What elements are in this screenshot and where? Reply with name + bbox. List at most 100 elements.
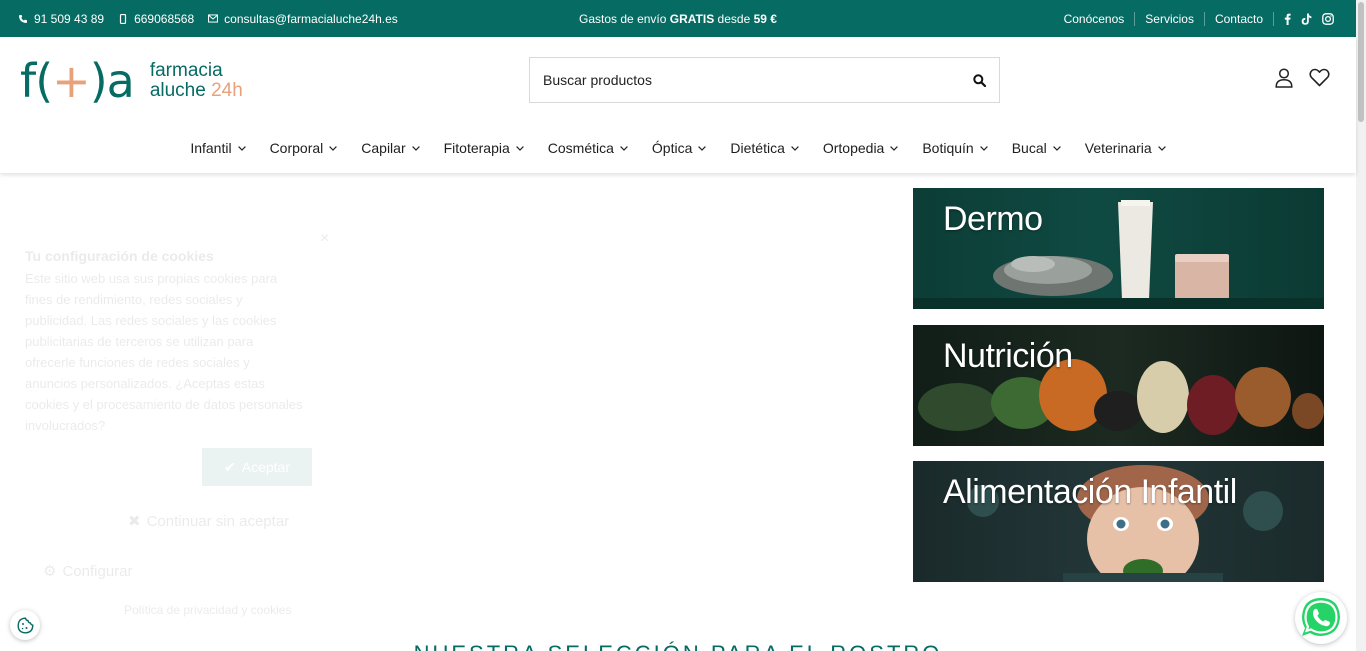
banner-alimentacion-infantil[interactable]: Alimentación Infantil: [913, 461, 1324, 582]
cookie-text: Este sitio web usa sus propias cookies p…: [25, 271, 303, 433]
promo-bold: GRATIS: [669, 11, 715, 26]
mobile-link[interactable]: 669068568: [118, 12, 194, 26]
nav-item-botiquin[interactable]: Botiquín: [922, 137, 988, 159]
logo-mark-right: )a: [89, 54, 135, 108]
nav-item-capilar[interactable]: Capilar: [361, 137, 420, 159]
top-links: Conócenos Servicios Contacto: [1054, 0, 1334, 37]
continue-without-accepting-button[interactable]: ✖ Continuar sin aceptar: [128, 512, 289, 530]
user-icon[interactable]: [1275, 68, 1293, 93]
nav-item-dietetica[interactable]: Dietética: [730, 137, 799, 159]
x-icon: ✖: [128, 513, 141, 530]
facebook-icon[interactable]: [1284, 13, 1291, 25]
nav-label: Ortopedia: [822, 140, 885, 156]
nav-item-corporal[interactable]: Corporal: [270, 137, 338, 159]
nav-label: Óptica: [651, 140, 693, 156]
whatsapp-button[interactable]: [1295, 592, 1347, 644]
site-header: f(+)a farmacia aluche 24h Infantil Corpo…: [0, 37, 1356, 173]
nav-label: Infantil: [190, 140, 232, 156]
heart-icon[interactable]: [1309, 68, 1330, 93]
mobile-icon: [118, 13, 128, 24]
nav-label: Capilar: [361, 140, 406, 156]
scrollbar-thumb[interactable]: [1358, 2, 1364, 122]
instagram-icon[interactable]: [1322, 12, 1334, 25]
chevron-down-icon: [411, 145, 420, 151]
main-nav: Infantil Corporal Capilar Fitoterapia Co…: [0, 137, 1356, 159]
chevron-down-icon: [620, 145, 628, 151]
page-scrollbar[interactable]: [1356, 0, 1366, 651]
chevron-down-icon: [1157, 145, 1166, 151]
social-links: [1284, 12, 1334, 25]
top-bar: 91 509 43 89 669068568 consultas@farmaci…: [0, 0, 1356, 37]
logo-mark-left: f(: [20, 54, 53, 108]
cookie-consent-panel: × Tu configuración de cookies Este sitio…: [0, 230, 340, 630]
chevron-down-icon: [791, 145, 799, 151]
link-contacto[interactable]: Contacto: [1205, 11, 1274, 26]
chevron-down-icon: [237, 145, 246, 151]
logo-line2: aluche: [149, 80, 206, 101]
configure-cookies-button[interactable]: ⚙ Configurar: [43, 562, 133, 580]
continue-label: Continuar sin aceptar: [146, 513, 290, 530]
nav-label: Botiquín: [922, 140, 974, 156]
cogs-icon: ⚙: [43, 563, 57, 580]
mobile-number: 669068568: [134, 11, 195, 26]
link-conocenos[interactable]: Conócenos: [1054, 11, 1136, 26]
promo-amount: 59 €: [753, 11, 777, 26]
contact-info: 91 509 43 89 669068568 consultas@farmaci…: [18, 0, 398, 37]
link-servicios[interactable]: Servicios: [1135, 11, 1205, 26]
chevron-down-icon: [329, 145, 338, 151]
chevron-down-icon: [890, 145, 899, 151]
cookie-settings-button[interactable]: [10, 610, 40, 640]
logo-line1: farmacia: [149, 60, 223, 81]
search-bar: [529, 57, 1000, 103]
logo-mark: f(+)a: [20, 58, 135, 104]
configure-label: Configurar: [62, 563, 133, 580]
nav-item-bucal[interactable]: Bucal: [1012, 137, 1061, 159]
nav-label: Fitoterapia: [443, 140, 510, 156]
nav-label: Cosmética: [547, 140, 614, 156]
banner-title: Alimentación Infantil: [943, 473, 1237, 511]
nav-item-optica[interactable]: Óptica: [651, 137, 707, 159]
banner-dermo[interactable]: Dermo: [913, 188, 1324, 309]
phone-number: 91 509 43 89: [34, 11, 105, 26]
banner-nutricion[interactable]: Nutrición: [913, 325, 1324, 446]
nav-label: Corporal: [269, 140, 324, 156]
search-button[interactable]: [959, 58, 999, 102]
nav-item-cosmetica[interactable]: Cosmética: [548, 137, 628, 159]
banner-title: Dermo: [943, 200, 1043, 238]
close-icon[interactable]: ×: [320, 230, 329, 248]
header-icons: [1275, 68, 1330, 93]
email-address: consultas@farmacialuche24h.es: [224, 11, 398, 26]
chevron-down-icon: [1052, 145, 1061, 151]
chevron-down-icon: [698, 145, 707, 151]
section-title: NUESTRA SELECCIÓN PARA EL ROSTRO: [0, 641, 1356, 651]
nav-item-fitoterapia[interactable]: Fitoterapia: [444, 137, 524, 159]
nav-item-infantil[interactable]: Infantil: [190, 137, 246, 159]
promo-prefix: Gastos de envío: [579, 11, 670, 26]
cookie-title: Tu configuración de cookies: [25, 248, 214, 264]
email-link[interactable]: consultas@farmacialuche24h.es: [208, 12, 398, 26]
nav-label: Dietética: [730, 140, 785, 156]
banner-title: Nutrición: [943, 337, 1073, 375]
nav-item-veterinaria[interactable]: Veterinaria: [1085, 137, 1166, 159]
logo-mark-plus: +: [52, 54, 91, 108]
cookie-icon: [16, 616, 34, 634]
check-icon: ✔: [224, 458, 236, 475]
logo-line2-accent: 24h: [205, 80, 243, 101]
chevron-down-icon: [979, 145, 988, 151]
phone-icon: [18, 14, 28, 24]
privacy-policy-link[interactable]: Política de privacidad y cookies: [124, 603, 291, 617]
nav-label: Veterinaria: [1084, 140, 1152, 156]
envelope-icon: [208, 14, 219, 24]
nav-item-ortopedia[interactable]: Ortopedia: [822, 137, 899, 159]
phone-link[interactable]: 91 509 43 89: [18, 12, 104, 26]
chevron-down-icon: [515, 145, 524, 151]
accept-cookies-button[interactable]: ✔ Aceptar: [202, 448, 312, 486]
logo-wordmark: farmacia aluche 24h: [150, 61, 243, 101]
nav-label: Bucal: [1011, 140, 1047, 156]
promo-mid: desde: [714, 11, 754, 26]
search-icon: [972, 73, 986, 87]
accept-label: Aceptar: [241, 459, 290, 475]
tiktok-icon[interactable]: [1301, 13, 1312, 25]
search-input[interactable]: [530, 58, 959, 102]
site-logo[interactable]: f(+)a farmacia aluche 24h: [20, 55, 243, 107]
